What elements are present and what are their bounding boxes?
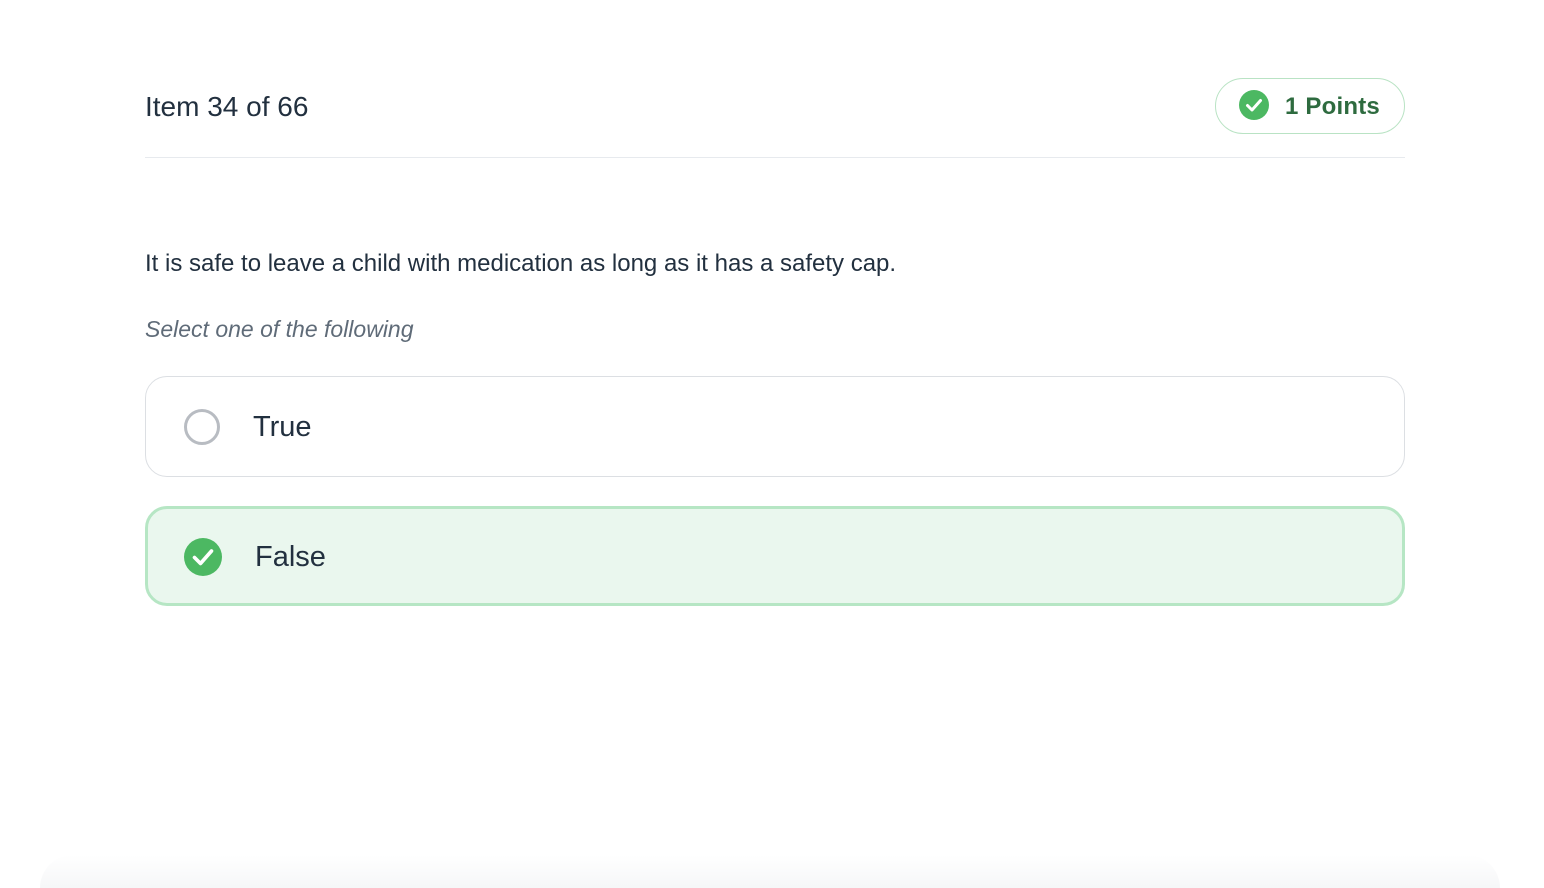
item-header: Item 34 of 66 1 Points (145, 78, 1405, 136)
question-instruction: Select one of the following (145, 316, 414, 342)
option-false[interactable]: False (145, 506, 1405, 606)
check-circle-icon (1239, 90, 1269, 120)
bottom-shadow (40, 855, 1500, 888)
option-label: False (255, 541, 326, 573)
radio-empty-icon[interactable] (184, 409, 220, 445)
quiz-page: Item 34 of 66 1 Points It is safe to lea… (0, 0, 1544, 888)
option-true[interactable]: True (145, 376, 1405, 477)
question-text: It is safe to leave a child with medicat… (145, 250, 897, 277)
check-circle-icon[interactable] (184, 538, 222, 576)
points-label: 1 Points (1285, 93, 1380, 120)
points-badge: 1 Points (1215, 78, 1405, 134)
item-counter: Item 34 of 66 (145, 91, 309, 122)
header-divider (145, 157, 1405, 158)
option-label: True (253, 411, 312, 443)
